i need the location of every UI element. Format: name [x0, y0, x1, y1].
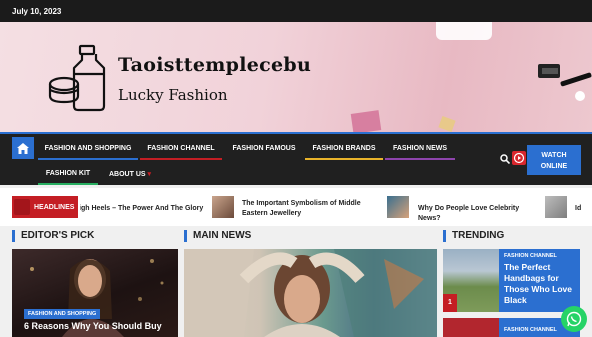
nav-about-us[interactable]: ABOUT US ▾ — [102, 162, 158, 184]
editors-pick-card[interactable]: FASHION AND SHOPPING 6 Reasons Why You S… — [12, 249, 178, 337]
nav-label: FASHION CHANNEL — [147, 145, 215, 152]
main-news-image — [184, 249, 437, 337]
ticker-item-title: High Heels – The Power And The Glory — [80, 205, 204, 212]
ticker-item[interactable]: Id — [575, 204, 589, 214]
home-button[interactable] — [12, 137, 34, 159]
decor-pink-block — [350, 110, 382, 132]
nav-label: FASHION NEWS — [392, 145, 448, 152]
watch-label-line2: ONLINE — [540, 163, 568, 170]
brush-icon — [538, 64, 592, 101]
trending-rank: 1 — [443, 294, 457, 312]
headlines-text: HEADLINES — [34, 204, 75, 211]
ticker-item-title: Id — [575, 205, 582, 212]
trending-item[interactable]: FASHION CHANNEL — [443, 318, 580, 337]
play-circle-icon — [513, 152, 525, 164]
chevron-down-icon: ▾ — [147, 171, 152, 178]
category-badge[interactable]: FASHION CHANNEL — [504, 327, 557, 333]
current-date: July 10, 2023 — [12, 7, 62, 16]
trending-item[interactable]: 1 FASHION CHANNEL The Perfect Handbags f… — [443, 249, 580, 312]
nav-underline — [140, 158, 222, 160]
nav-fashion-news[interactable]: FASHION NEWS — [385, 137, 455, 160]
nav-label: FASHION FAMOUS — [232, 145, 296, 152]
nav-fashion-channel[interactable]: FASHION CHANNEL — [140, 137, 222, 160]
top-bar: July 10, 2023 — [0, 0, 592, 22]
section-title-main-news: MAIN NEWS — [184, 230, 251, 242]
ticker-thumbnail[interactable] — [387, 196, 409, 218]
nav-label: FASHION AND SHOPPING — [44, 145, 132, 152]
whatsapp-button[interactable] — [561, 306, 587, 332]
home-icon — [17, 142, 29, 154]
ticker-item[interactable]: Why Do People Love Celebrity News? — [418, 204, 538, 224]
nav-fashion-brands[interactable]: FASHION BRANDS — [305, 137, 383, 160]
site-tagline: Lucky Fashion — [118, 86, 228, 104]
section-title-trending: TRENDING — [443, 230, 504, 242]
main-navigation: FASHION AND SHOPPING FASHION CHANNEL FAS… — [0, 132, 592, 185]
watch-online-button[interactable]: WATCH ONLINE — [527, 145, 581, 175]
whatsapp-icon — [566, 311, 582, 327]
site-logo-icon[interactable] — [46, 44, 112, 112]
nav-underline — [38, 158, 138, 160]
headline-ticker: HEADLINES High Heels – The Power And The… — [0, 188, 592, 226]
flash-icon — [14, 199, 30, 215]
ticker-item[interactable]: High Heels – The Power And The Glory — [80, 204, 206, 214]
section-title-editors-pick: EDITOR'S PICK — [12, 230, 94, 242]
watch-label-line1: WATCH — [541, 152, 567, 159]
category-badge[interactable]: FASHION AND SHOPPING — [24, 309, 101, 319]
article-title[interactable]: 6 Reasons Why You Should Buy — [24, 321, 162, 331]
nav-underline — [305, 158, 383, 160]
nav-label: FASHION BRANDS — [312, 145, 376, 152]
ticker-thumbnail[interactable] — [212, 196, 234, 218]
nav-underline — [38, 183, 98, 185]
category-badge[interactable]: FASHION CHANNEL — [504, 253, 557, 259]
ticker-item[interactable]: The Important Symbolism of Middle Easter… — [242, 199, 362, 219]
ticker-item-title: The Important Symbolism of Middle Easter… — [242, 200, 361, 217]
nav-underline — [385, 158, 455, 160]
headlines-label: HEADLINES — [12, 196, 78, 218]
nav-label: FASHION KIT — [45, 170, 91, 177]
nav-label: ABOUT US — [108, 171, 146, 178]
decor-cap — [436, 22, 492, 40]
live-button[interactable] — [512, 151, 526, 165]
site-title[interactable]: Taoisttemplecebu — [118, 54, 311, 76]
nav-fashion-kit[interactable]: FASHION KIT — [38, 162, 98, 185]
ticker-thumbnail[interactable] — [545, 196, 567, 218]
main-news-card[interactable] — [184, 249, 437, 337]
search-icon[interactable] — [500, 154, 510, 164]
header-banner: Taoisttemplecebu Lucky Fashion — [0, 22, 592, 132]
article-title[interactable]: The Perfect Handbags for Those Who Love … — [504, 262, 576, 306]
ticker-item-title: Why Do People Love Celebrity News? — [418, 205, 520, 222]
nav-fashion-famous[interactable]: FASHION FAMOUS — [226, 137, 302, 159]
nav-fashion-and-shopping[interactable]: FASHION AND SHOPPING — [38, 137, 138, 160]
decor-gold — [438, 115, 456, 132]
trending-image — [443, 318, 499, 337]
